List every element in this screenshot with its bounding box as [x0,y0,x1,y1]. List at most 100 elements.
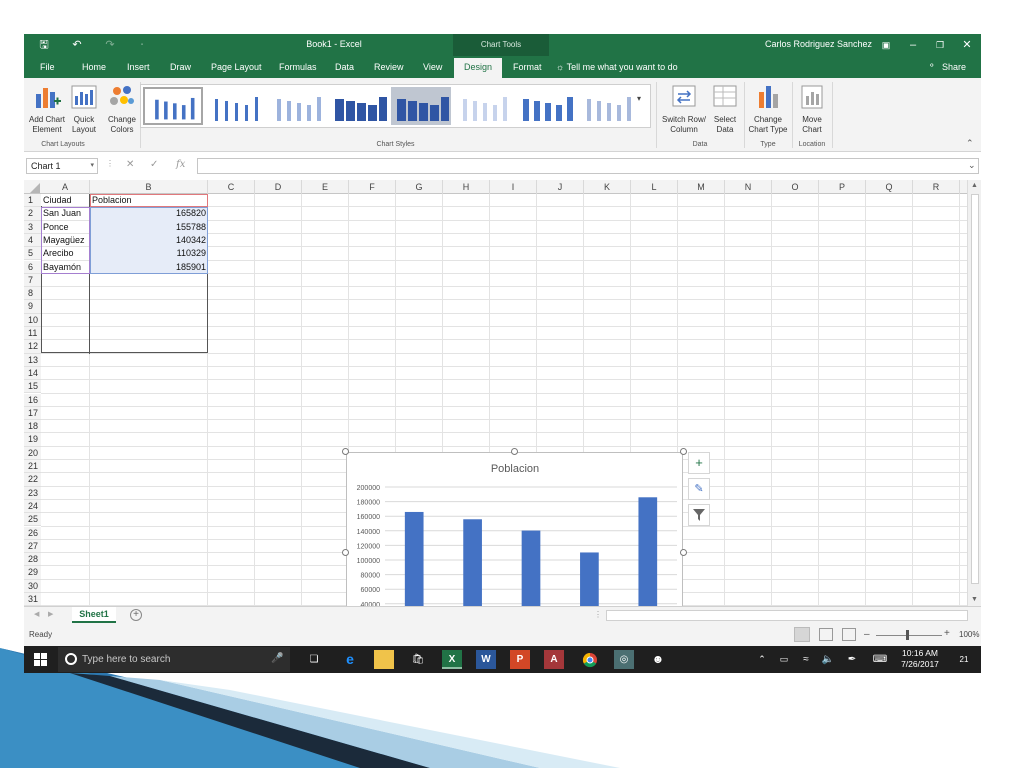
tab-review[interactable]: Review [374,62,404,72]
enter-icon[interactable]: ✓ [150,159,158,170]
column-header-a[interactable]: A [41,180,90,194]
row-header-24[interactable]: 24 [24,499,41,514]
row-header-3[interactable]: 3 [24,220,41,234]
vertical-scrollbar[interactable]: ▲ ▼ [967,180,981,608]
select-all-icon[interactable] [30,183,40,193]
row-header-11[interactable]: 11 [24,327,41,341]
move-chart-button[interactable]: Move Chart [794,82,830,135]
row-header-21[interactable]: 21 [24,460,41,474]
chart-style-6[interactable] [453,87,513,125]
chart-style-5[interactable] [391,87,451,125]
column-header-n[interactable]: N [725,180,772,194]
chart-styles-brush-icon[interactable]: ✎ [688,478,710,500]
row-header-19[interactable]: 19 [24,433,41,447]
tab-page-layout[interactable]: Page Layout [211,62,262,72]
zoom-in-icon[interactable]: + [944,628,950,639]
cell-a1[interactable]: Ciudad [41,194,90,207]
column-header-k[interactable]: K [584,180,631,194]
row-header-10[interactable]: 10 [24,313,41,327]
cell-a3[interactable]: Ponce [41,221,90,234]
worksheet-grid[interactable]: ABCDEFGHIJKLMNOPQR ▲ ▼ Poblacion 200000 1… [24,180,981,608]
column-header-r[interactable]: R [913,180,960,194]
column-header-e[interactable]: E [302,180,349,194]
column-header-d[interactable]: D [255,180,302,194]
column-header-b[interactable]: B [90,180,208,194]
pen-icon[interactable]: ✒ [842,650,862,669]
chart-style-1[interactable] [143,87,203,125]
column-header-f[interactable]: F [349,180,396,194]
tab-splitter-icon[interactable]: ⋮ [594,610,602,619]
zoom-level[interactable]: 100% [959,630,979,639]
chart-poblacion[interactable]: Poblacion 200000 180000 160000 140000 120000… [346,452,683,608]
tab-draw[interactable]: Draw [170,62,191,72]
keyboard-icon[interactable]: ⌨ [870,650,890,669]
resize-handle-top-right[interactable] [680,448,687,455]
undo-icon[interactable]: ↶ [69,38,85,52]
tab-design[interactable]: Design [454,58,503,78]
row-header-23[interactable]: 23 [24,486,41,500]
cell-a6[interactable]: Bayamón [41,261,90,274]
taskbar-search[interactable]: Type here to search 🎤 [58,647,290,672]
chart-title[interactable]: Poblacion [491,463,539,475]
resize-handle-top[interactable] [511,448,518,455]
row-header-20[interactable]: 20 [24,446,41,460]
resize-handle-top-left[interactable] [342,448,349,455]
chart-style-2[interactable] [205,87,265,125]
ribbon-display-options-icon[interactable]: ▣ [878,37,894,53]
tab-data[interactable]: Data [335,62,354,72]
bar-san-juan[interactable] [404,511,424,608]
zoom-slider-thumb[interactable] [906,630,909,640]
cell-b1[interactable]: Poblacion [90,194,208,207]
cell-b5[interactable]: 110329 [90,247,208,260]
task-view-icon[interactable]: ❏ [304,650,324,669]
name-box[interactable]: Chart 1 ▾ [26,158,98,174]
new-sheet-icon[interactable]: + [130,609,142,621]
chart-elements-icon[interactable]: + [688,452,710,474]
edge-icon[interactable]: e [340,650,360,669]
customize-quick-access-icon[interactable]: ‧ [134,38,150,52]
save-icon[interactable]: 🖫 [36,38,52,52]
row-header-14[interactable]: 14 [24,366,41,381]
tab-home[interactable]: Home [82,62,106,72]
cell-a5[interactable]: Arecibo [41,247,90,260]
scroll-down-icon[interactable]: ▼ [971,596,978,603]
chart-style-7[interactable] [515,87,575,125]
row-header-28[interactable]: 28 [24,553,41,567]
column-header-o[interactable]: O [772,180,819,194]
sheet-prev-icon[interactable]: ◀ [34,610,39,618]
change-colors-button[interactable]: Change Colors [104,82,140,135]
switch-row-column-button[interactable]: Switch Row/ Column [658,82,710,135]
horizontal-scrollbar[interactable] [606,610,968,621]
chrome-icon[interactable] [580,650,600,669]
cell-b6[interactable]: 185901 [90,261,208,274]
bar-ponce[interactable] [463,519,482,608]
tab-format[interactable]: Format [513,62,542,72]
row-header-17[interactable]: 17 [24,406,41,421]
resize-handle-right[interactable] [680,549,687,556]
row-header-27[interactable]: 27 [24,539,41,554]
insert-function-icon[interactable]: fx [176,159,185,170]
chart-style-8[interactable] [577,87,637,125]
row-header-6[interactable]: 6 [24,260,41,274]
wifi-icon[interactable]: ≈ [796,650,816,669]
sheet-tab-sheet1[interactable]: Sheet1 [72,607,116,623]
page-layout-view-icon[interactable] [819,628,833,641]
column-header-p[interactable]: P [819,180,866,194]
battery-icon[interactable]: ▭ [774,650,794,669]
powerpoint-icon[interactable]: P [510,650,530,669]
show-hidden-icons-icon[interactable]: ⌃ [752,650,772,669]
cell-b3[interactable]: 155788 [90,221,208,234]
cell-b2[interactable]: 165820 [90,207,208,220]
file-explorer-icon[interactable] [374,650,394,669]
close-icon[interactable]: ✕ [959,37,975,53]
scroll-up-icon[interactable]: ▲ [971,182,978,189]
row-header-16[interactable]: 16 [24,393,41,407]
quick-layout-button[interactable]: Quick Layout [68,82,100,135]
row-header-26[interactable]: 26 [24,526,41,540]
column-header-q[interactable]: Q [866,180,913,194]
row-header-1[interactable]: 1 [24,194,41,208]
cancel-icon[interactable]: ✕ [126,159,134,170]
row-header-9[interactable]: 9 [24,300,41,314]
row-header-31[interactable]: 31 [24,593,41,607]
row-header-8[interactable]: 8 [24,287,41,301]
